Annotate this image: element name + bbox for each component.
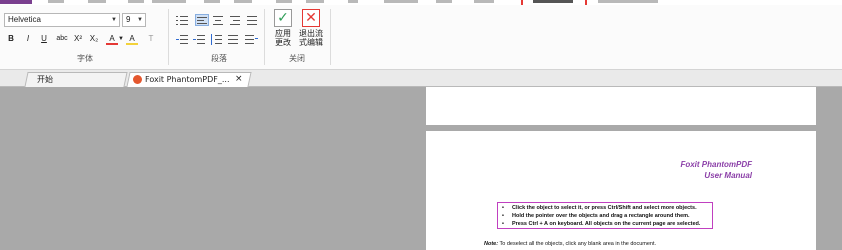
bullet-list-icon[interactable]: [176, 15, 190, 27]
menu-item[interactable]: [306, 0, 324, 3]
chevron-down-icon: ▼: [111, 17, 117, 23]
menu-item[interactable]: [128, 0, 144, 3]
foxit-icon: [133, 75, 142, 84]
close-group-label: 关闭: [289, 54, 305, 63]
pdf-page: Foxit PhantomPDF User Manual Click the o…: [426, 131, 816, 250]
menu-item[interactable]: [204, 0, 220, 3]
text-style-button[interactable]: T: [145, 32, 157, 46]
font-size-combo[interactable]: 9 ▼: [122, 13, 146, 27]
text-direction-icon[interactable]: [227, 34, 241, 46]
subscript-button[interactable]: X₂: [88, 32, 100, 46]
font-color-button[interactable]: A: [106, 32, 118, 45]
font-size-value: 9: [126, 15, 131, 24]
document-tab-strip: 开始 Foxit PhantomPDF_... ×: [0, 70, 842, 87]
help-search[interactable]: [598, 0, 658, 3]
tab-start[interactable]: 开始: [24, 72, 128, 87]
apply-changes-label: 应用 更改: [275, 29, 291, 47]
strikethrough-button[interactable]: abc: [54, 32, 70, 46]
align-right-icon[interactable]: [229, 15, 243, 27]
menu-item[interactable]: [234, 0, 252, 3]
underline-button[interactable]: U: [39, 32, 49, 46]
ribbon: Helvetica ▼ 9 ▼ B I U abc X² X₂ A ▼ A T …: [0, 5, 842, 70]
menu-item[interactable]: [48, 0, 64, 3]
menu-item[interactable]: [436, 0, 452, 3]
note-label: Note:: [484, 241, 499, 247]
close-x-icon: ✕: [302, 9, 320, 27]
line-spacing-icon[interactable]: [210, 34, 224, 46]
close-icon[interactable]: ×: [235, 73, 243, 86]
menu-item[interactable]: [276, 0, 292, 3]
apply-changes-button[interactable]: ✓ 应用 更改: [268, 9, 298, 47]
tab-foxit-document[interactable]: Foxit PhantomPDF_... ×: [126, 72, 252, 87]
exit-flow-edit-label: 退出流 式编辑: [299, 29, 323, 47]
exit-flow-edit-button[interactable]: ✕ 退出流 式编辑: [296, 9, 326, 47]
pdf-page-previous: [426, 87, 816, 125]
align-center-icon[interactable]: [212, 15, 226, 27]
note-text: To deselect all the objects, click any b…: [498, 241, 657, 247]
manual-subtitle: User Manual: [704, 171, 752, 180]
note-paragraph: Note: To deselect all the objects, click…: [484, 241, 656, 247]
menu-item[interactable]: [152, 0, 186, 3]
document-view[interactable]: Foxit PhantomPDF User Manual Click the o…: [0, 87, 842, 250]
selected-text-block[interactable]: Click the object to select it, or press …: [497, 202, 713, 229]
font-name-combo[interactable]: Helvetica ▼: [4, 13, 120, 27]
chevron-down-icon[interactable]: ▼: [118, 32, 124, 46]
manual-title: Foxit PhantomPDF: [680, 160, 752, 169]
font-name-value: Helvetica: [8, 15, 41, 24]
bullet-item: Press Ctrl + A on keyboard. All objects …: [500, 220, 712, 228]
tab-document-label: Foxit PhantomPDF_...: [145, 75, 230, 84]
menu-item[interactable]: [474, 0, 494, 3]
paragraph-group-label: 段落: [211, 54, 227, 63]
bullet-item: Hold the pointer over the objects and dr…: [500, 212, 712, 220]
tab-start-label: 开始: [37, 75, 53, 84]
increase-indent-icon[interactable]: [193, 34, 207, 46]
menu-item[interactable]: [348, 0, 358, 3]
separator: [264, 9, 265, 65]
menu-item[interactable]: [88, 0, 106, 3]
italic-button[interactable]: I: [23, 32, 33, 46]
align-left-icon[interactable]: [195, 14, 209, 26]
separator: [168, 9, 169, 65]
checkmark-icon: ✓: [274, 9, 292, 27]
superscript-button[interactable]: X²: [72, 32, 84, 46]
file-menu[interactable]: [0, 0, 32, 4]
chevron-down-icon: ▼: [137, 17, 143, 23]
justify-icon[interactable]: [246, 15, 260, 27]
highlight-color-button[interactable]: A: [126, 32, 138, 45]
bullet-item: Click the object to select it, or press …: [500, 204, 712, 212]
bold-button[interactable]: B: [6, 32, 16, 46]
menu-item[interactable]: [384, 0, 418, 3]
separator: [330, 9, 331, 65]
decrease-indent-icon[interactable]: [176, 34, 190, 46]
font-group-label: 字体: [77, 54, 93, 63]
paragraph-spacing-icon[interactable]: [244, 34, 258, 46]
